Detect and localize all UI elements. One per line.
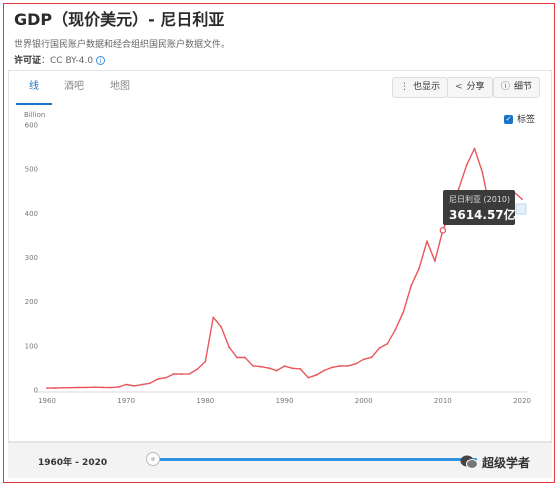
x-tick-label: 2010 xyxy=(434,397,452,405)
data-point xyxy=(299,367,302,370)
data-point xyxy=(228,346,230,349)
x-tick-label: 1990 xyxy=(276,397,294,405)
x-tick-label: 1980 xyxy=(196,397,214,405)
data-point xyxy=(156,378,159,380)
data-point xyxy=(77,386,80,389)
y-tick-label: 300 xyxy=(25,254,38,262)
watermark-text: 超级学者 xyxy=(482,456,531,470)
data-point xyxy=(172,373,175,375)
data-point xyxy=(426,240,428,243)
data-point xyxy=(101,386,104,389)
data-point xyxy=(378,347,381,349)
data-point xyxy=(267,367,270,369)
data-point xyxy=(354,362,357,365)
data-point xyxy=(402,311,405,314)
data-point xyxy=(394,328,397,331)
data-point xyxy=(331,366,333,369)
year-range-label: 1960年 - 2020 xyxy=(38,458,108,468)
data-point xyxy=(315,374,318,376)
data-point xyxy=(141,383,143,386)
data-point xyxy=(164,376,167,379)
y-tick-label: 0 xyxy=(34,387,38,395)
range-slider-start-handle[interactable] xyxy=(146,452,160,466)
y-tick-label: 400 xyxy=(25,210,38,218)
data-point xyxy=(69,386,72,389)
data-point xyxy=(291,367,294,370)
tooltip-value: 3614.57亿 xyxy=(449,208,516,222)
data-point xyxy=(117,386,120,388)
data-point xyxy=(251,364,254,367)
data-point xyxy=(212,316,215,319)
y-tick-label: 100 xyxy=(25,342,38,350)
data-point xyxy=(133,385,135,387)
data-point xyxy=(61,386,64,389)
data-point xyxy=(410,284,413,287)
data-point xyxy=(180,373,183,375)
data-point xyxy=(93,386,96,389)
data-point xyxy=(370,356,373,359)
data-point xyxy=(220,326,223,328)
data-point xyxy=(236,356,238,359)
data-point xyxy=(362,358,365,361)
data-point xyxy=(109,386,112,389)
data-point xyxy=(196,368,199,371)
data-point xyxy=(465,164,468,167)
data-point xyxy=(188,372,191,375)
data-point xyxy=(259,365,262,368)
x-tick-label: 2000 xyxy=(355,397,373,405)
data-label-marker xyxy=(515,203,527,215)
data-point xyxy=(418,267,420,270)
watermark: 超级学者 xyxy=(458,452,552,474)
data-point xyxy=(346,364,349,367)
data-point xyxy=(307,376,310,379)
series-line-nigeria xyxy=(46,147,523,389)
data-point xyxy=(46,387,48,390)
y-tick-label: 500 xyxy=(25,166,38,174)
highlighted-data-point xyxy=(439,227,447,234)
data-point xyxy=(323,369,325,372)
data-point xyxy=(54,387,56,389)
data-point xyxy=(481,171,484,174)
x-tick-label: 1970 xyxy=(117,397,135,405)
y-tick-label: 200 xyxy=(25,298,38,306)
y-tick-label: 600 xyxy=(25,122,38,130)
data-point xyxy=(386,342,389,345)
data-point xyxy=(275,369,278,372)
chart-tooltip: 尼日利亚 (2010) 3614.57亿 xyxy=(443,190,516,225)
data-point xyxy=(434,260,436,262)
x-tick-label: 2020 xyxy=(513,397,531,405)
range-slider-track[interactable] xyxy=(152,458,477,461)
x-tick-label: 1960 xyxy=(38,397,56,405)
data-point xyxy=(125,383,128,386)
data-point xyxy=(473,147,476,150)
data-point xyxy=(149,382,151,385)
chat-bubble-icon xyxy=(460,455,478,469)
data-point xyxy=(204,360,207,363)
data-point xyxy=(339,365,341,367)
data-point xyxy=(283,365,286,368)
data-point xyxy=(521,198,523,200)
data-point xyxy=(244,356,246,359)
data-point xyxy=(85,386,88,389)
gdp-line-chart: 0 100 200 300 400 500 600 1960 1970 1980 1990 2000 2… xyxy=(25,122,531,406)
tooltip-series: 尼日利亚 (2010) xyxy=(449,195,511,204)
